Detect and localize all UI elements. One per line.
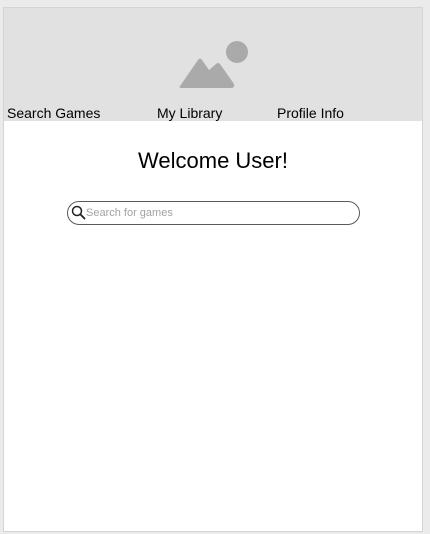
welcome-heading: Welcome User! <box>138 148 288 173</box>
search-input[interactable] <box>86 204 351 222</box>
nav-search-games[interactable]: Search Games <box>7 105 100 121</box>
header-banner: Search Games My Library Profile Info <box>4 8 422 121</box>
search-icon <box>71 205 86 220</box>
search-box[interactable] <box>67 201 360 225</box>
nav-profile-info[interactable]: Profile Info <box>277 105 344 121</box>
nav-my-library[interactable]: My Library <box>157 105 222 121</box>
app-frame: Search Games My Library Profile Info Wel… <box>3 7 423 532</box>
image-placeholder-icon <box>179 41 248 88</box>
